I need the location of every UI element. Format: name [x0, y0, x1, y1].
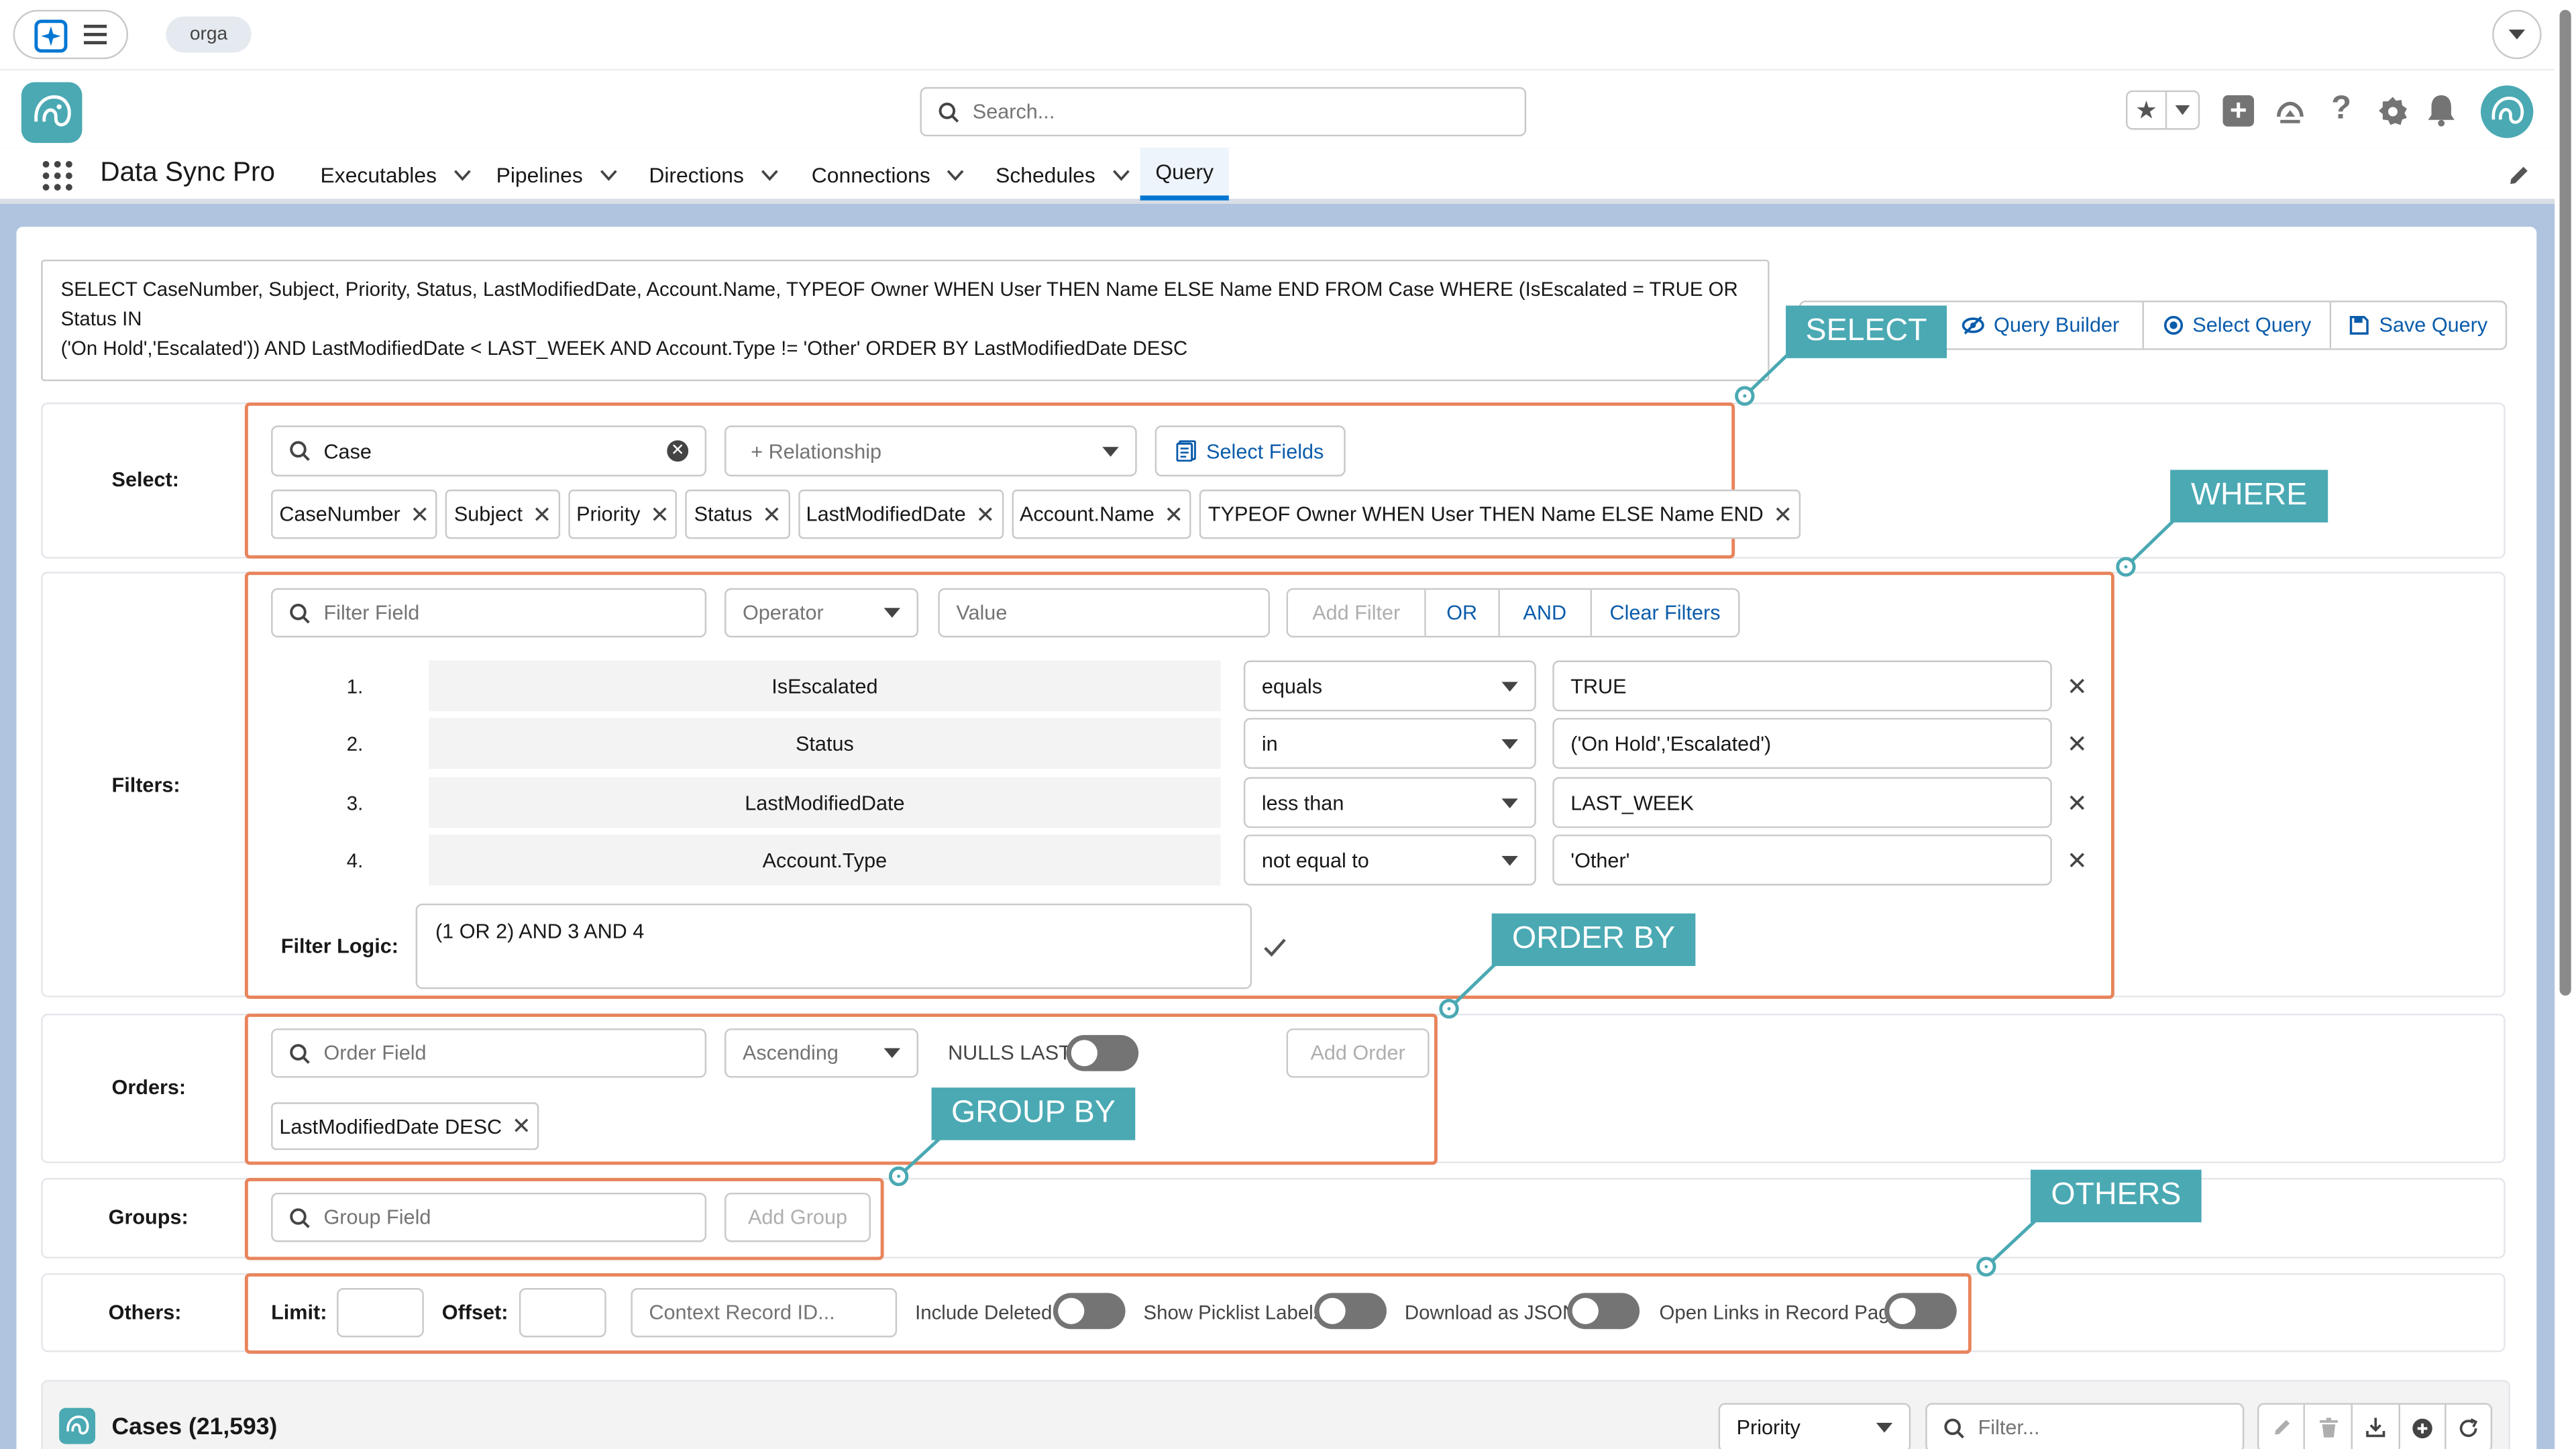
app-viewport: orga Search... ★ + ? Data Sync Pro Execu…	[0, 0, 2576, 1449]
results-sort-select[interactable]: Priority	[1718, 1403, 1911, 1449]
order-by-callout: ORDER BY	[1491, 913, 1696, 967]
where-callout: WHERE	[2170, 470, 2328, 523]
callout-dot	[1439, 998, 1459, 1019]
add-circle-icon[interactable]	[2400, 1404, 2447, 1449]
callout-dot	[888, 1166, 909, 1187]
results-filter-placeholder: Filter...	[1978, 1416, 2040, 1440]
sort-value: Priority	[1736, 1416, 1801, 1440]
pencil-icon[interactable]	[2259, 1404, 2306, 1449]
callout-dot	[1735, 386, 1755, 406]
others-callout: OTHERS	[2030, 1169, 2202, 1223]
page-scrollbar[interactable]	[2555, 0, 2576, 1449]
search-icon	[1943, 1417, 1965, 1438]
trash-icon[interactable]	[2305, 1404, 2353, 1449]
callout-dot	[2116, 557, 2136, 577]
caret-down-icon	[1876, 1422, 1893, 1433]
group-by-callout: GROUP BY	[931, 1087, 1136, 1140]
refresh-icon[interactable]	[2446, 1405, 2491, 1449]
results-object-icon	[59, 1407, 96, 1444]
results-title: Cases (21,593)	[111, 1414, 278, 1441]
callout-connectors	[897, 354, 2177, 1268]
results-actions	[2257, 1403, 2493, 1449]
callout-dot	[1976, 1256, 1996, 1277]
download-icon[interactable]	[2353, 1404, 2400, 1449]
results-filter-input[interactable]: Filter...	[1925, 1403, 2245, 1449]
select-callout: SELECT	[1786, 305, 1947, 358]
scrollbar-thumb[interactable]	[2559, 9, 2571, 996]
